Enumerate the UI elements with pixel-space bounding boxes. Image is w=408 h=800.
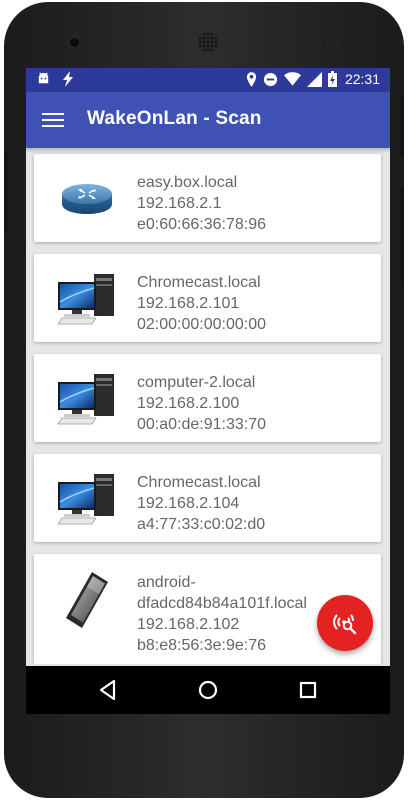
device-ip: 192.168.2.100	[137, 395, 240, 412]
device-card[interactable]: easy.box.local 192.168.2.1 e0:60:66:36:7…	[34, 154, 381, 242]
desktop-computer-icon	[56, 468, 118, 528]
network-search-icon	[333, 614, 357, 635]
device-mac: e0:60:66:36:78:96	[137, 216, 267, 233]
device-card[interactable]: Chromecast.local 192.168.2.104 a4:77:33:…	[34, 454, 381, 542]
status-bar: 22:31	[26, 68, 390, 92]
back-icon[interactable]	[94, 676, 122, 704]
device-card[interactable]: Chromecast.local 192.168.2.101 02:00:00:…	[34, 254, 381, 342]
volume-button	[4, 152, 8, 232]
device-card[interactable]: computer-2.local 192.168.2.100 00:a0:de:…	[34, 354, 381, 442]
navigation-bar	[26, 666, 390, 714]
phone-frame: 22:31 WakeOnLan - Scan easy.box.local 19…	[4, 2, 404, 798]
router-icon	[56, 168, 118, 228]
device-hostname: Chromecast.local	[137, 474, 261, 491]
device-hostname-line1: android-	[137, 574, 196, 591]
desktop-computer-icon	[56, 368, 118, 428]
device-hostname: computer-2.local	[137, 374, 256, 391]
light-sensor	[334, 39, 341, 46]
recents-icon[interactable]	[294, 676, 322, 704]
device-mac: a4:77:33:c0:02:d0	[137, 516, 266, 533]
proximity-sensor	[315, 39, 322, 46]
scan-fab-button[interactable]	[317, 595, 373, 651]
front-camera	[70, 38, 79, 47]
status-time: 22:31	[344, 71, 380, 87]
location-icon	[246, 71, 257, 87]
signal-icon	[306, 71, 322, 87]
app-bar: WakeOnLan - Scan	[26, 92, 390, 148]
device-hostname-line2: dfadcd84b84a101f.local	[137, 595, 307, 612]
app-title: WakeOnLan - Scan	[87, 108, 262, 129]
android-icon	[38, 72, 49, 84]
device-ip: 192.168.2.102	[137, 616, 240, 633]
desktop-computer-icon	[56, 268, 118, 328]
device-hostname: Chromecast.local	[137, 274, 261, 291]
device-ip: 192.168.2.1	[137, 195, 222, 212]
wifi-icon	[283, 72, 301, 86]
home-icon[interactable]	[194, 676, 222, 704]
device-list[interactable]: easy.box.local 192.168.2.1 e0:60:66:36:7…	[26, 148, 390, 664]
device-ip: 192.168.2.104	[137, 495, 240, 512]
side-button	[400, 187, 404, 282]
device-mac: 00:a0:de:91:33:70	[137, 416, 267, 433]
device-mac: 02:00:00:00:00:00	[137, 316, 267, 333]
device-ip: 192.168.2.101	[137, 295, 240, 312]
device-mac: b8:e8:56:3e:9e:76	[137, 637, 267, 654]
screen: 22:31 WakeOnLan - Scan easy.box.local 19…	[26, 68, 390, 714]
battery-icon	[327, 71, 337, 87]
power-button	[400, 97, 404, 157]
device-hostname: easy.box.local	[137, 174, 238, 191]
hamburger-menu-icon[interactable]	[42, 110, 64, 130]
earpiece-speaker	[198, 32, 218, 52]
flash-icon	[63, 71, 73, 87]
smartphone-icon	[56, 570, 118, 630]
do-not-disturb-icon	[263, 72, 278, 86]
